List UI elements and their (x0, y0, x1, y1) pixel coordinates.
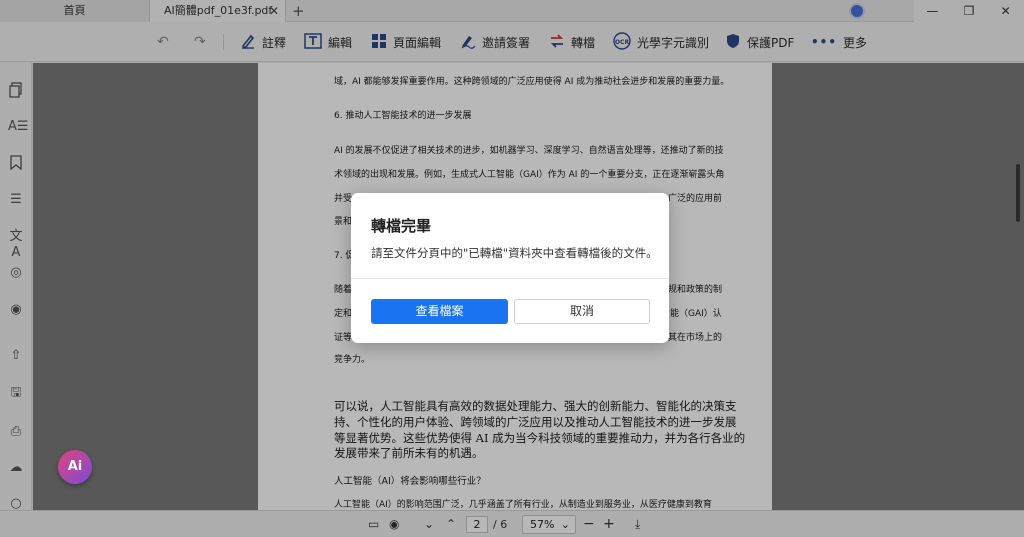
ocr-side-icon[interactable]: ◎ (8, 265, 24, 281)
shield-icon (725, 33, 741, 52)
more-button[interactable]: ••• 更多 (811, 22, 867, 62)
signature-icon (460, 33, 476, 52)
restore-button[interactable]: ❐ (951, 0, 988, 22)
zoom-out-icon[interactable]: − (583, 511, 595, 537)
dialog-title: 轉檔完畢 (371, 217, 432, 235)
print-icon[interactable]: ⎙ (8, 424, 24, 440)
page-edit-label: 頁面編輯 (393, 35, 442, 50)
doc-line: 证等 (334, 333, 353, 343)
save-icon[interactable]: 🖫 (8, 385, 24, 401)
text-search-icon[interactable]: A☰ (8, 119, 29, 135)
doc-line: 并受 (334, 194, 353, 204)
tab-close-icon[interactable]: ✕ (269, 0, 279, 22)
bookmark-icon[interactable] (8, 155, 24, 171)
left-sidebar: A☰ ☰ 文A ◎ ◉ ⇧ 🖫 ⎙ ☁ ○ (0, 63, 32, 511)
doc-line: 术领域的出现和发展。例如，生成式人工智能（GAI）作为 AI 的一个重要分支，正… (334, 170, 725, 180)
dialog-divider (351, 278, 669, 279)
view-file-button[interactable]: 查看檔案 (371, 299, 508, 324)
new-tab-button[interactable]: + (292, 0, 305, 22)
grid-icon (371, 33, 387, 52)
next-page-icon[interactable]: ⌄ (424, 511, 434, 537)
annotate-label: 註釋 (262, 35, 287, 50)
doc-paragraph-line: 可以说，人工智能具有高效的数据处理能力、强大的创新能力、智能化的决策支 (334, 399, 737, 413)
close-window-button[interactable]: ✕ (987, 0, 1024, 22)
ai-eye-icon[interactable]: ◉ (8, 302, 24, 318)
ocr-label: 光學字元識別 (637, 35, 710, 50)
doc-line: AI 的发展不仅促进了相关技术的进步，如机器学习、深度学习、自然语言处理等，还推… (334, 146, 724, 156)
doc-line: 随着 (334, 285, 353, 295)
window-controls: — ❐ ✕ (914, 0, 1024, 22)
main-toolbar: ↶ ↷ 註釋 編輯 頁面編輯 邀請簽署 轉檔 OCR 光學字元識別 保護PDF … (0, 22, 1024, 62)
doc-line-fragment: 其在市场上的 (668, 333, 723, 343)
doc-line-fragment: 广泛的应用前 (668, 194, 723, 204)
outline-icon[interactable]: ☰ (8, 192, 24, 208)
convert-button[interactable]: 轉檔 (549, 22, 595, 62)
page-number-input[interactable]: 2 (466, 516, 488, 533)
dialog-message: 請至文件分頁中的"已轉檔"資料夾中查看轉檔後的文件。 (371, 246, 658, 260)
doc-line: 定和 (334, 309, 353, 319)
translate-icon[interactable]: 文A (8, 229, 24, 260)
svg-text:OCR: OCR (615, 39, 630, 46)
chevron-down-icon: ⌄ (560, 518, 570, 531)
cloud-upload-icon[interactable]: ☁ (8, 460, 24, 476)
edit-label: 編輯 (328, 35, 353, 50)
doc-line-fragment: 规和政策的制 (668, 285, 723, 295)
minimize-button[interactable]: — (914, 0, 951, 22)
app-logo-icon[interactable] (849, 3, 865, 19)
doc-line: 域，AI 都能够发挥重要作用。这种跨领域的广泛应用使得 AI 成为推动社会进步和… (334, 77, 730, 87)
doc-paragraph-line: 发展带来了前所未有的机遇。 (334, 446, 484, 460)
edit-button[interactable]: 編輯 (304, 22, 352, 62)
page-total: / 6 (493, 518, 508, 531)
cancel-button[interactable]: 取消 (514, 299, 650, 324)
tab-document-label: AI簡體pdf_01e3f.pdf (164, 4, 273, 17)
vertical-scrollbar[interactable] (1016, 164, 1020, 222)
canvas-background-left (33, 63, 258, 510)
ocr-button[interactable]: OCR 光學字元識別 (613, 22, 709, 62)
zoom-value: 57% (530, 518, 555, 531)
zoom-select[interactable]: 57% ⌄ (522, 515, 576, 534)
redo-button[interactable]: ↷ (194, 22, 206, 62)
text-edit-icon (304, 32, 322, 52)
doc-heading: 6. 推动人工智能技术的进一步发展 (334, 111, 472, 121)
share-icon[interactable]: ⇧ (8, 348, 24, 364)
pages-icon[interactable] (8, 82, 24, 98)
convert-label: 轉檔 (571, 35, 596, 50)
doc-heading: 人工智能（AI）将会影响哪些行业？ (334, 476, 486, 487)
toolbar-divider (223, 34, 224, 50)
ai-assistant-button[interactable]: Ai (58, 450, 92, 484)
doc-paragraph-line: 持、个性化的用户体验、跨领域的广泛应用以及推动人工智能技术的进一步发展 (334, 415, 737, 429)
more-icon: ••• (811, 35, 838, 49)
canvas-background-right (772, 63, 1024, 510)
protect-pdf-button[interactable]: 保護PDF (725, 22, 794, 62)
tab-document[interactable]: AI簡體pdf_01e3f.pdf ✕ (150, 0, 286, 22)
more-label: 更多 (843, 35, 868, 50)
fit-page-icon[interactable]: ▭ (368, 511, 379, 537)
view-mode-icon[interactable]: ◉ (389, 511, 399, 537)
doc-line: 竞争力。 (334, 355, 371, 365)
convert-icon (549, 33, 565, 52)
doc-line-fragment: 智能（GAI）认 (661, 309, 722, 319)
page-edit-button[interactable]: 頁面編輯 (371, 22, 441, 62)
tab-home[interactable]: 首頁 (0, 0, 150, 22)
doc-line: 人工智能（AI）的影响范围广泛，几乎涵盖了所有行业，从制造业到服务业，从医疗健康… (334, 500, 712, 510)
invite-sign-button[interactable]: 邀請簽署 (460, 22, 530, 62)
tab-bar: 首頁 AI簡體pdf_01e3f.pdf ✕ + — ❐ ✕ (0, 0, 1024, 22)
conversion-complete-dialog: 轉檔完畢 請至文件分頁中的"已轉檔"資料夾中查看轉檔後的文件。 查看檔案 取消 (351, 193, 669, 343)
pen-icon (240, 33, 256, 52)
invite-sign-label: 邀請簽署 (482, 35, 531, 50)
fit-width-icon[interactable]: ⤓ (635, 511, 640, 537)
previous-page-icon[interactable]: ⌃ (446, 511, 456, 537)
undo-button[interactable]: ↶ (157, 22, 169, 62)
doc-paragraph-line: 等显著优势。这些优势使得 AI 成为当今科技领域的重要推动力，并为各行各业的 (334, 431, 746, 445)
doc-line: 景和 (334, 217, 353, 227)
bottom-bar: ▭ ◉ ⌄ ⌃ 2 / 6 57% ⌄ − + ⤓ (0, 510, 1024, 537)
protect-pdf-label: 保護PDF (747, 35, 795, 50)
annotate-button[interactable]: 註釋 (240, 22, 286, 62)
zoom-in-icon[interactable]: + (603, 511, 615, 537)
ocr-icon: OCR (613, 31, 631, 53)
